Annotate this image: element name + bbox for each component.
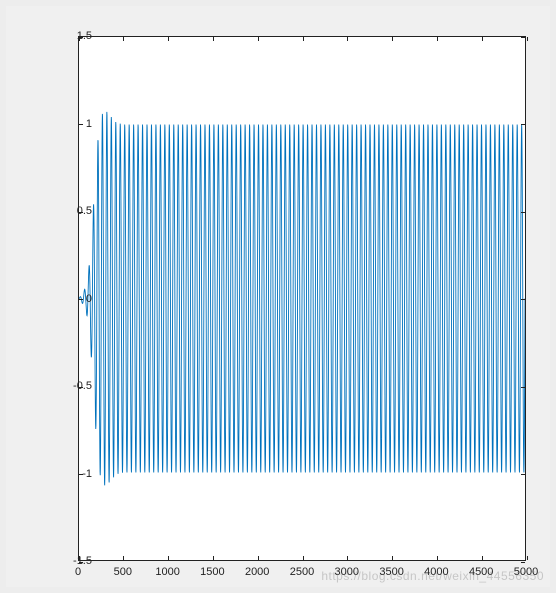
x-tick-label: 4000 [424,566,448,578]
x-tick-label: 3500 [379,566,403,578]
x-tick-label: 2000 [245,566,269,578]
y-tick-label: 0.5 [77,205,92,217]
line-series [79,37,525,560]
x-tick-label: 5000 [514,566,538,578]
x-tick-label: 2500 [290,566,314,578]
y-tick-label: -1 [82,468,92,480]
x-tick-label: 1500 [200,566,224,578]
x-tick-label: 3000 [335,566,359,578]
chart-axes [78,36,526,561]
y-tick-label: 1.5 [77,30,92,42]
figure-window: 1.5 1 0.5 0 -0.5 -1 -1.5 0 500 1000 1500… [6,6,550,587]
x-tick-label: 4500 [469,566,493,578]
x-tick-label: 500 [114,566,132,578]
y-tick-label: 1 [86,118,92,130]
x-tick-label: 0 [75,566,81,578]
y-tick-label: 0 [86,293,92,305]
x-tick-label: 1000 [155,566,179,578]
y-tick-label: -0.5 [73,380,92,392]
